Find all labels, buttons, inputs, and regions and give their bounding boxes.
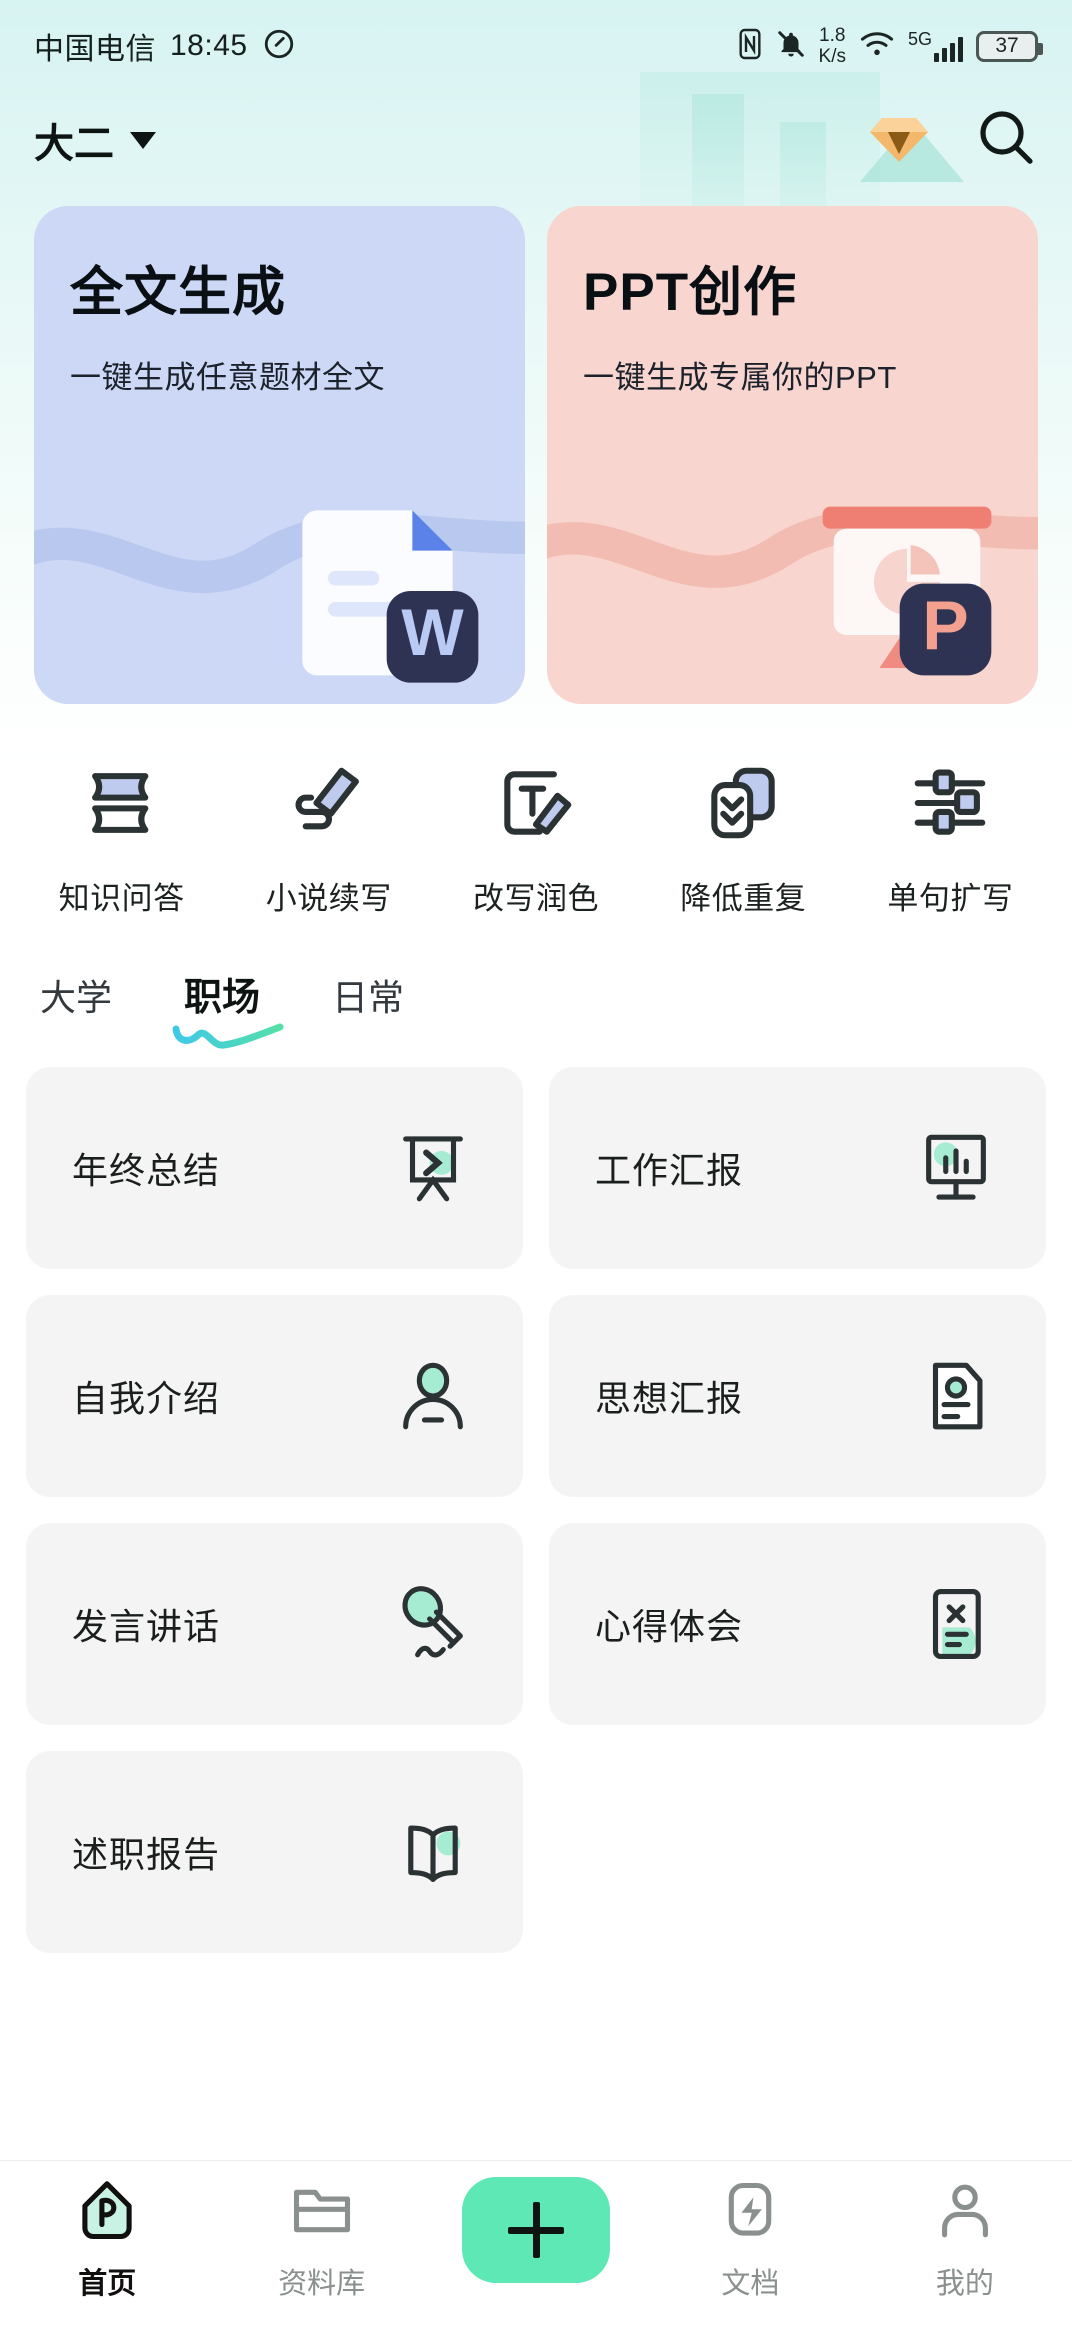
microphone-icon — [387, 1578, 479, 1670]
user-icon — [931, 2177, 999, 2250]
nav-item-home[interactable]: 首页 — [0, 2177, 214, 2302]
grid-card-experience[interactable]: 心得体会 — [549, 1523, 1046, 1725]
nav-item-create[interactable] — [429, 2177, 643, 2283]
status-bar-left: 中国电信 18:45 — [34, 24, 296, 68]
svg-text:W: W — [401, 595, 464, 669]
quick-action-label: 单句扩写 — [887, 881, 1014, 916]
grid-card-label: 发言讲话 — [72, 1606, 221, 1647]
battery-percent: 37 — [995, 34, 1019, 57]
folder-icon — [288, 2177, 356, 2250]
nav-item-documents[interactable]: 文档 — [643, 2177, 857, 2302]
header-actions — [868, 106, 1038, 175]
network-speed: 1.8 K/s — [819, 26, 846, 66]
home-leaf-icon — [73, 2177, 141, 2250]
nav-label: 文档 — [721, 2268, 780, 2300]
open-book-icon — [387, 1806, 479, 1898]
grade-selector[interactable]: 大二 — [34, 111, 156, 169]
banner-subtitle: 一键生成任意题材全文 — [70, 360, 385, 395]
nav-label: 我的 — [935, 2268, 994, 2300]
doc-circle-icon — [910, 1350, 1002, 1442]
quick-action-sentence-expand[interactable]: 单句扩写 — [847, 760, 1054, 918]
quick-action-knowledge-qa[interactable]: 知识问答 — [18, 760, 225, 918]
signal-icon: 5G — [908, 30, 963, 62]
word-doc-icon: W — [279, 470, 509, 690]
tab-label: 大学 — [40, 977, 113, 1018]
quick-action-label: 知识问答 — [58, 881, 185, 916]
plus-icon — [508, 2202, 565, 2258]
quick-action-label: 降低重复 — [680, 881, 807, 916]
person-icon — [387, 1350, 479, 1442]
grid-card-speech[interactable]: 发言讲话 — [26, 1523, 523, 1725]
banner-cards: 全文生成 一键生成任意题材全文 W PPT创作 一键生成专属你的PPT P — [0, 188, 1072, 704]
grid-card-label: 工作汇报 — [595, 1150, 744, 1191]
banner-card-fulltext[interactable]: 全文生成 一键生成任意题材全文 W — [34, 206, 525, 704]
banner-card-ppt[interactable]: PPT创作 一键生成专属你的PPT P — [547, 206, 1038, 704]
grid-card-label: 自我介绍 — [72, 1378, 221, 1419]
wifi-icon — [859, 29, 895, 64]
nav-item-profile[interactable]: 我的 — [858, 2177, 1072, 2302]
category-tabs: 大学 职场 日常 — [0, 918, 1072, 1049]
template-grid: 年终总结 工作汇报 自我介绍 思想汇报 发言讲话 心得体会 述职报告 — [0, 1031, 1072, 1953]
banner-subtitle: 一键生成专属你的PPT — [583, 360, 897, 395]
grid-card-label: 述职报告 — [72, 1834, 221, 1875]
nav-label: 首页 — [78, 2268, 137, 2300]
banner-title: PPT创作 — [583, 263, 798, 322]
mute-bell-icon — [776, 28, 806, 65]
quick-actions-row: 知识问答 小说续写 改写润色 降低重复 单句扩写 — [0, 704, 1072, 918]
search-icon[interactable] — [974, 106, 1038, 175]
quick-action-label: 改写润色 — [473, 881, 599, 916]
grid-card-work-report[interactable]: 工作汇报 — [549, 1067, 1046, 1269]
clock: 18:45 — [170, 29, 248, 62]
network-type-label: 5G — [907, 29, 932, 49]
grade-label: 大二 — [34, 122, 114, 166]
nav-label: 资料库 — [278, 2268, 366, 2300]
monitor-chart-icon — [910, 1122, 1002, 1214]
layers-down-icon — [700, 760, 786, 851]
speed-unit: K/s — [818, 46, 846, 67]
speed-value: 1.8 — [819, 25, 846, 46]
bottom-navigation: 首页 资料库 文档 我的 — [0, 2160, 1072, 2332]
status-bar-right: 1.8 K/s 5G 37 — [737, 26, 1043, 66]
svg-text:P: P — [922, 587, 968, 665]
banner-title: 全文生成 — [70, 263, 286, 322]
diamond-icon[interactable] — [868, 110, 930, 171]
quick-action-reduce-repeat[interactable]: 降低重复 — [640, 760, 847, 918]
pen-write-icon — [286, 760, 372, 851]
status-bar: 中国电信 18:45 1.8 K/s 5G 37 — [0, 0, 1072, 92]
app-header: 大二 — [0, 92, 1072, 188]
battery-icon: 37 — [976, 30, 1043, 62]
create-button[interactable] — [462, 2177, 611, 2283]
tab-university[interactable]: 大学 — [40, 969, 112, 1031]
signal-bars — [934, 36, 963, 62]
doc-x-icon — [910, 1578, 1002, 1670]
sliders-icon — [907, 760, 993, 851]
quick-action-rewrite-polish[interactable]: 改写润色 — [432, 760, 639, 918]
speed-icon — [262, 27, 296, 66]
ppt-board-icon: P — [792, 470, 1022, 690]
tab-daily[interactable]: 日常 — [332, 969, 404, 1031]
carrier-name: 中国电信 — [34, 33, 156, 66]
grid-card-label: 思想汇报 — [595, 1378, 744, 1419]
tab-label: 日常 — [332, 977, 405, 1018]
grid-card-year-end-summary[interactable]: 年终总结 — [26, 1067, 523, 1269]
books-icon — [79, 760, 165, 851]
grid-card-self-introduction[interactable]: 自我介绍 — [26, 1295, 523, 1497]
lightning-doc-icon — [716, 2177, 784, 2250]
tab-label: 职场 — [184, 977, 261, 1019]
grid-card-label: 年终总结 — [72, 1150, 221, 1191]
grid-card-thought-report[interactable]: 思想汇报 — [549, 1295, 1046, 1497]
grid-card-label: 心得体会 — [595, 1606, 744, 1647]
nav-item-library[interactable]: 资料库 — [214, 2177, 428, 2302]
quick-action-label: 小说续写 — [265, 881, 392, 916]
easel-icon — [387, 1122, 479, 1214]
nfc-icon — [737, 28, 763, 65]
grid-card-job-report[interactable]: 述职报告 — [26, 1751, 523, 1953]
tab-workplace[interactable]: 职场 — [172, 966, 284, 1049]
chevron-down-icon — [130, 131, 156, 149]
quick-action-novel-continue[interactable]: 小说续写 — [225, 760, 432, 918]
text-edit-icon — [493, 760, 579, 851]
